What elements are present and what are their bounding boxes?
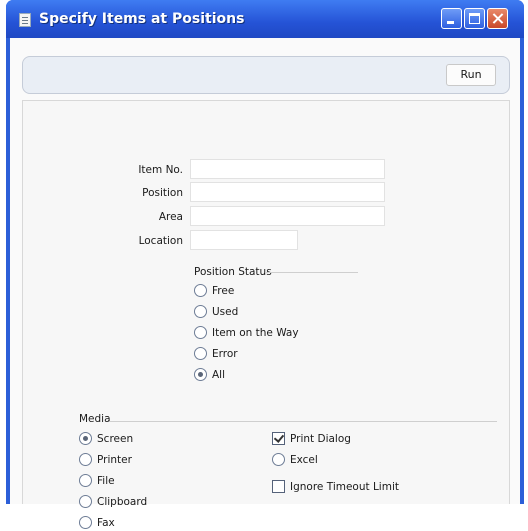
radio-button-icon[interactable] [272,453,285,466]
radio-label: Item on the Way [212,327,299,339]
radio-button-icon[interactable] [79,474,92,487]
location-field[interactable] [190,230,298,250]
maximize-button[interactable] [464,8,485,29]
radio-button-selected-icon[interactable] [79,432,92,445]
position-status-divider [265,272,358,273]
position-label: Position [142,187,183,199]
radio-label: Free [212,285,235,297]
radio-button-selected-icon[interactable] [194,368,207,381]
media-divider [109,421,497,422]
radio-button-icon[interactable] [79,516,92,529]
radio-button-icon[interactable] [194,305,207,318]
item-no-label: Item No. [138,164,183,176]
position-status-heading: Position Status [194,266,272,278]
radio-button-icon[interactable] [194,326,207,339]
radio-label: Error [212,348,238,360]
position-field[interactable] [190,182,385,202]
radio-button-icon[interactable] [194,347,207,360]
title-bar[interactable]: Specify Items at Positions [6,0,524,38]
button-bar: Run [22,56,510,94]
document-icon [19,13,31,27]
radio-label: Fax [97,517,115,529]
radio-label: Printer [97,454,132,466]
checkbox-checked-icon[interactable] [272,432,285,445]
area-field[interactable] [190,206,385,226]
location-label: Location [138,235,183,247]
radio-label: All [212,369,226,381]
area-label: Area [158,211,183,223]
radio-label: Used [212,306,239,318]
radio-button-icon[interactable] [194,284,207,297]
radio-label: Screen [97,433,134,445]
radio-label: File [97,475,115,487]
radio-button-icon[interactable] [79,453,92,466]
run-button[interactable]: Run [446,64,496,86]
radio-label: Excel [290,454,318,466]
dialog-window: Specify Items at Positions Run Item No. … [6,0,524,529]
radio-button-icon[interactable] [79,495,92,508]
checkbox-icon[interactable] [272,480,285,493]
close-button[interactable] [487,8,508,29]
window-title: Specify Items at Positions [39,11,245,27]
checkbox-label: Ignore Timeout Limit [290,481,399,493]
specification-panel: Item No. Position Area Location Position… [22,100,510,529]
dialog-body: Run Item No. Position Area Location Posi… [10,38,520,529]
checkbox-label: Print Dialog [290,433,351,445]
minimize-button[interactable] [441,8,462,29]
media-heading: Media [79,413,111,425]
item-no-field[interactable] [190,159,385,179]
